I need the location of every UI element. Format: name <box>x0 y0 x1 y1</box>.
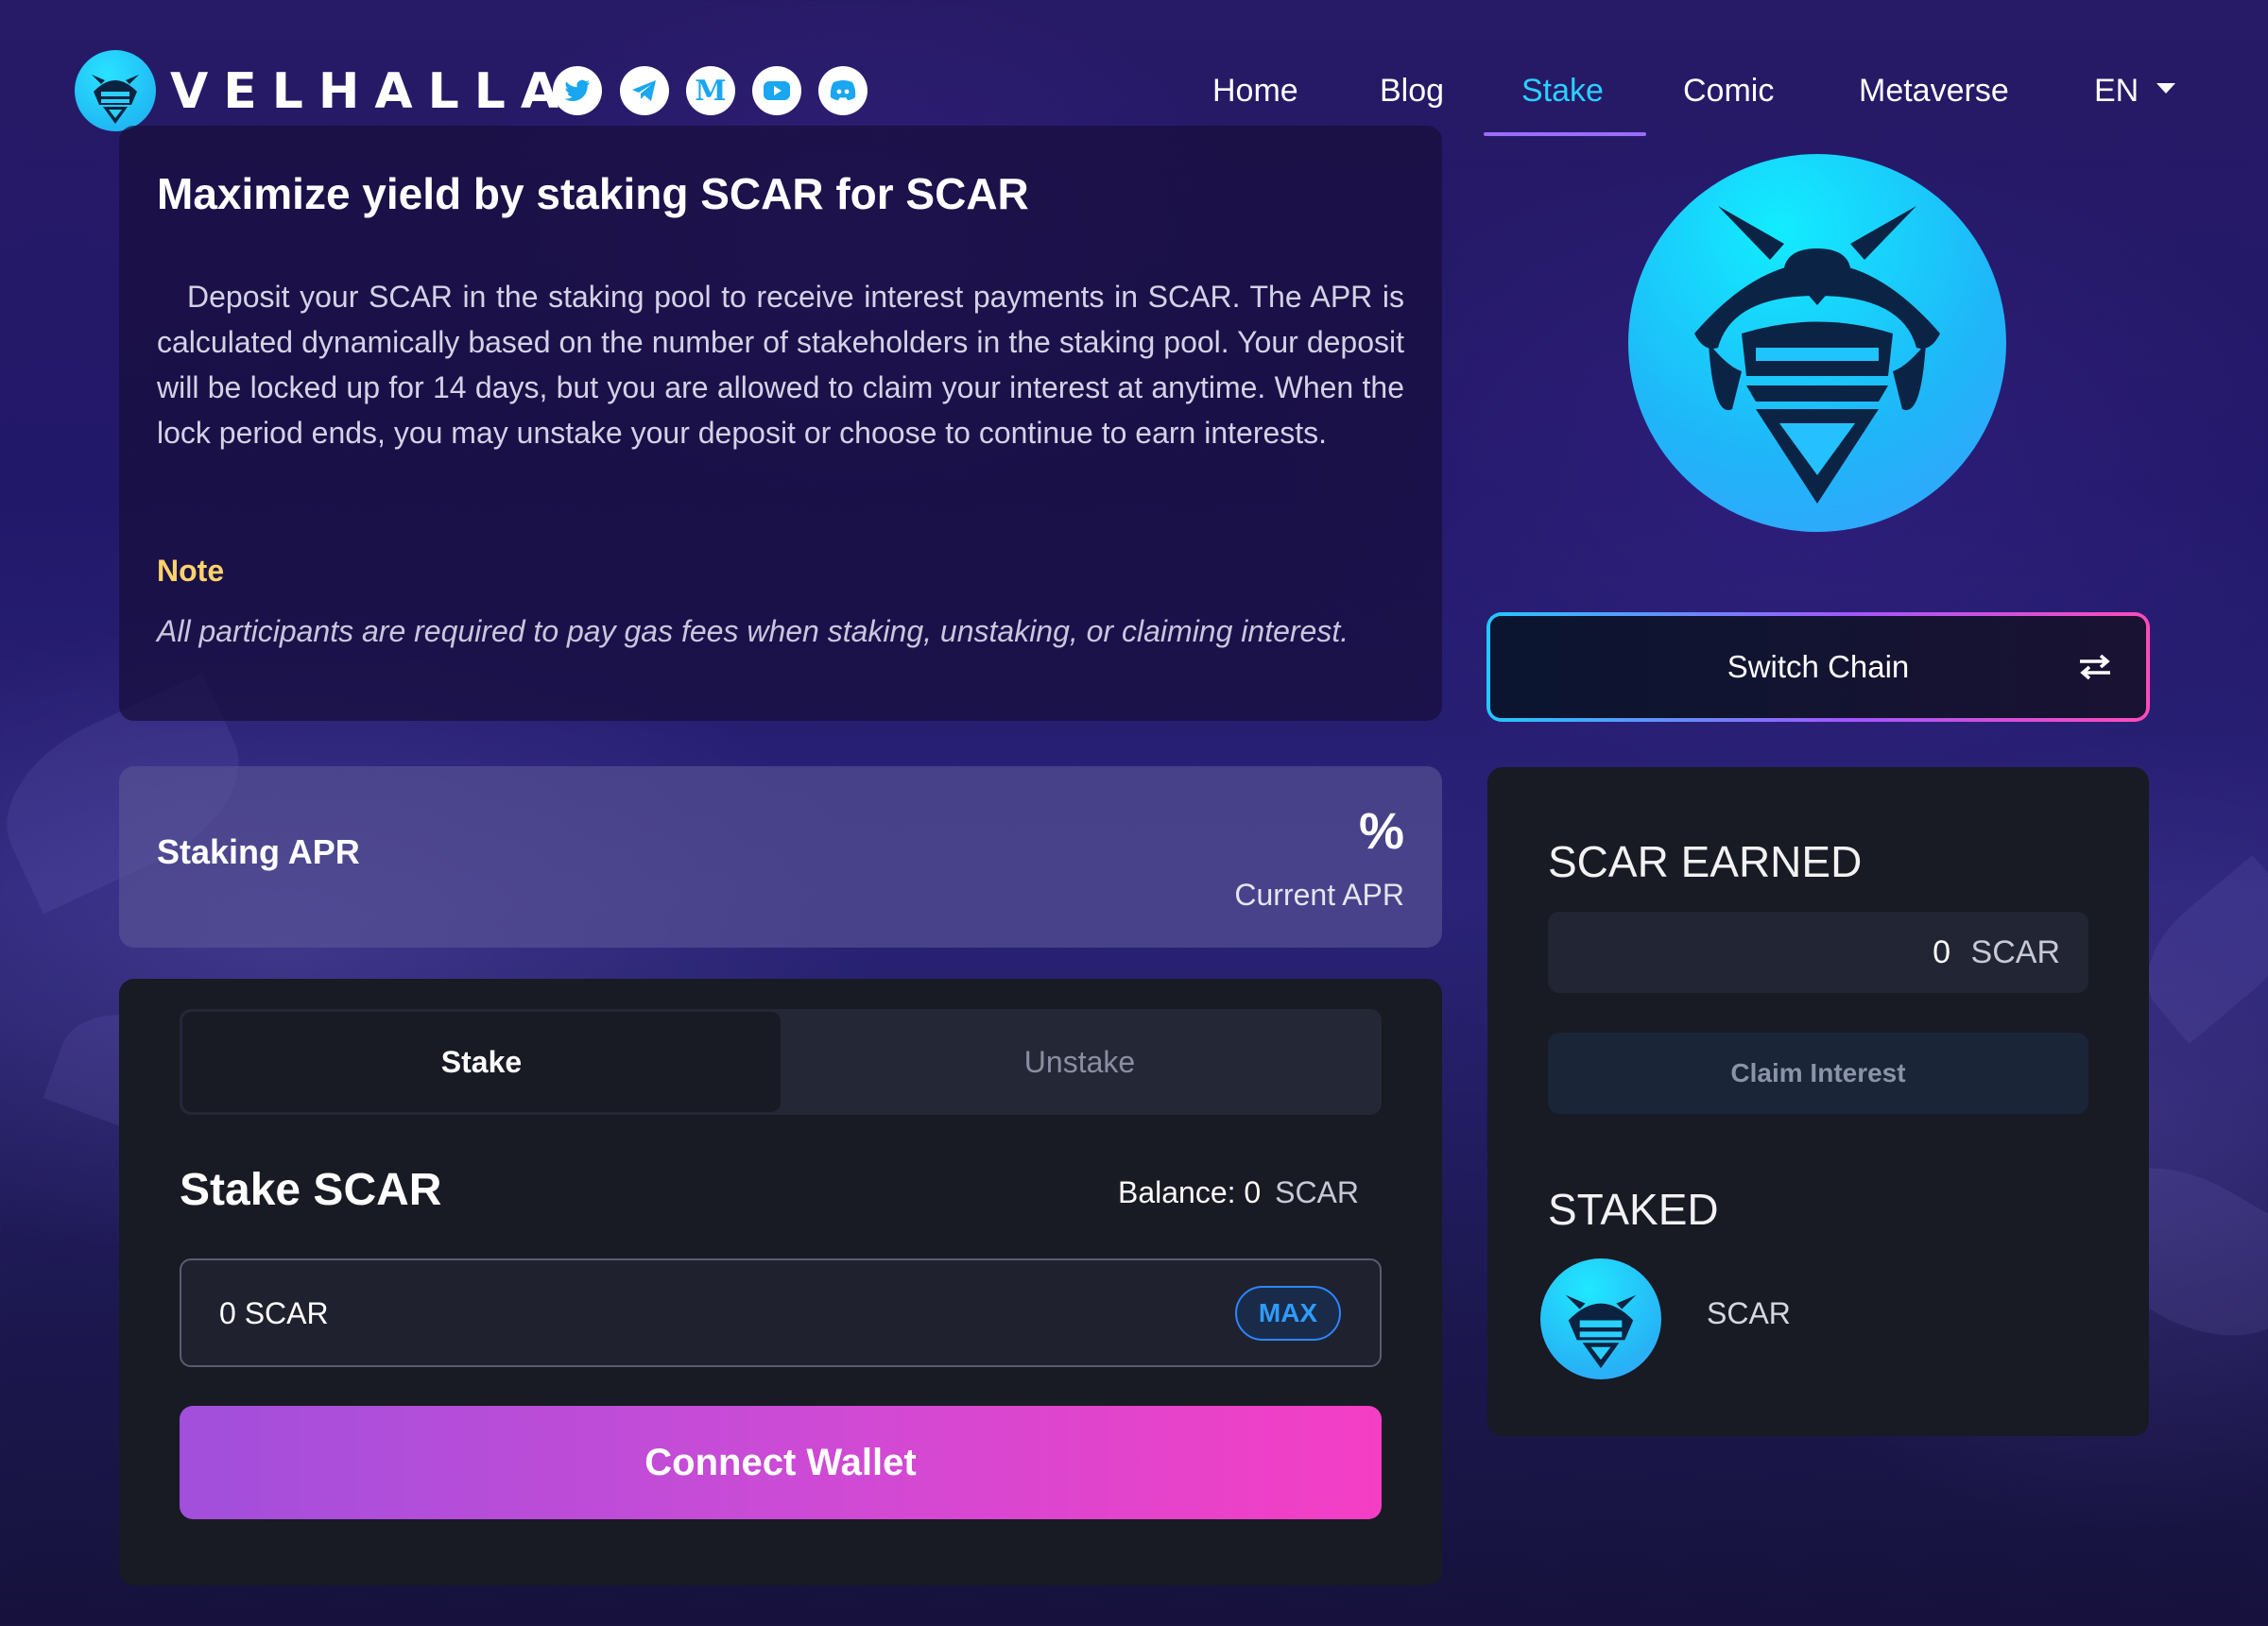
nav-link-metaverse[interactable]: Metaverse <box>1859 68 2009 113</box>
staked-token-label: SCAR <box>1707 1296 1791 1330</box>
page-title: Maximize yield by staking SCAR for SCAR <box>157 169 1029 218</box>
scar-token-small-icon <box>1540 1258 1661 1379</box>
chevron-down-icon[interactable] <box>2156 83 2175 94</box>
switch-chain-label: Switch Chain <box>1727 649 1910 684</box>
language-selector[interactable]: EN <box>2094 68 2139 113</box>
tab-stake[interactable]: Stake <box>182 1012 781 1112</box>
active-nav-indicator <box>1484 132 1646 136</box>
stake-amount-input[interactable] <box>180 1258 1382 1367</box>
staking-description: Deposit your SCAR in the staking pool to… <box>157 280 1404 450</box>
current-apr-label: Current APR <box>1234 878 1404 912</box>
swap-arrows-icon <box>2078 652 2112 682</box>
claim-interest-button[interactable]: Claim Interest <box>1548 1033 2088 1114</box>
velhalla-logo-icon[interactable] <box>75 50 156 131</box>
scar-earned-title: SCAR EARNED <box>1548 837 1863 886</box>
balance-value: 0 <box>1244 1175 1262 1209</box>
nav-link-comic[interactable]: Comic <box>1683 68 1774 113</box>
brand-wordmark[interactable]: VELHALLA <box>170 59 574 125</box>
staking-apr-label: Staking APR <box>157 832 360 871</box>
stake-title: Stake SCAR <box>180 1165 442 1215</box>
balance-currency: SCAR <box>1275 1175 1359 1209</box>
switch-chain-button[interactable]: Switch Chain <box>1487 613 2149 721</box>
nav-link-blog[interactable]: Blog <box>1380 68 1444 113</box>
connect-wallet-button[interactable]: Connect Wallet <box>180 1406 1382 1519</box>
scar-token-logo-icon <box>1628 154 2006 532</box>
stake-amount-value[interactable]: 0 SCAR <box>219 1292 329 1334</box>
youtube-icon[interactable] <box>752 66 801 115</box>
earned-value: 0 <box>1933 934 1951 970</box>
earned-currency: SCAR <box>1970 934 2060 970</box>
discord-icon[interactable] <box>818 66 868 115</box>
nav-link-home[interactable]: Home <box>1212 68 1298 113</box>
tab-unstake[interactable]: Unstake <box>781 1012 1379 1112</box>
balance-display: Balance: 0 SCAR <box>1118 1172 1359 1213</box>
note-text: All participants are required to pay gas… <box>157 614 1349 648</box>
nav-link-stake[interactable]: Stake <box>1521 68 1604 113</box>
twitter-icon[interactable] <box>553 66 602 115</box>
staked-title: STAKED <box>1548 1185 1719 1234</box>
balance-label: Balance: <box>1117 1175 1236 1209</box>
apr-value: % <box>1358 803 1404 860</box>
medium-icon[interactable]: M <box>686 66 735 115</box>
note-heading: Note <box>157 554 225 588</box>
top-navigation: VELHALLA M Home Blog Stake Comic Metaver… <box>0 0 2268 142</box>
max-button[interactable]: MAX <box>1235 1286 1341 1341</box>
earned-amount: 0 SCAR <box>1933 932 2060 973</box>
telegram-icon[interactable] <box>620 66 669 115</box>
